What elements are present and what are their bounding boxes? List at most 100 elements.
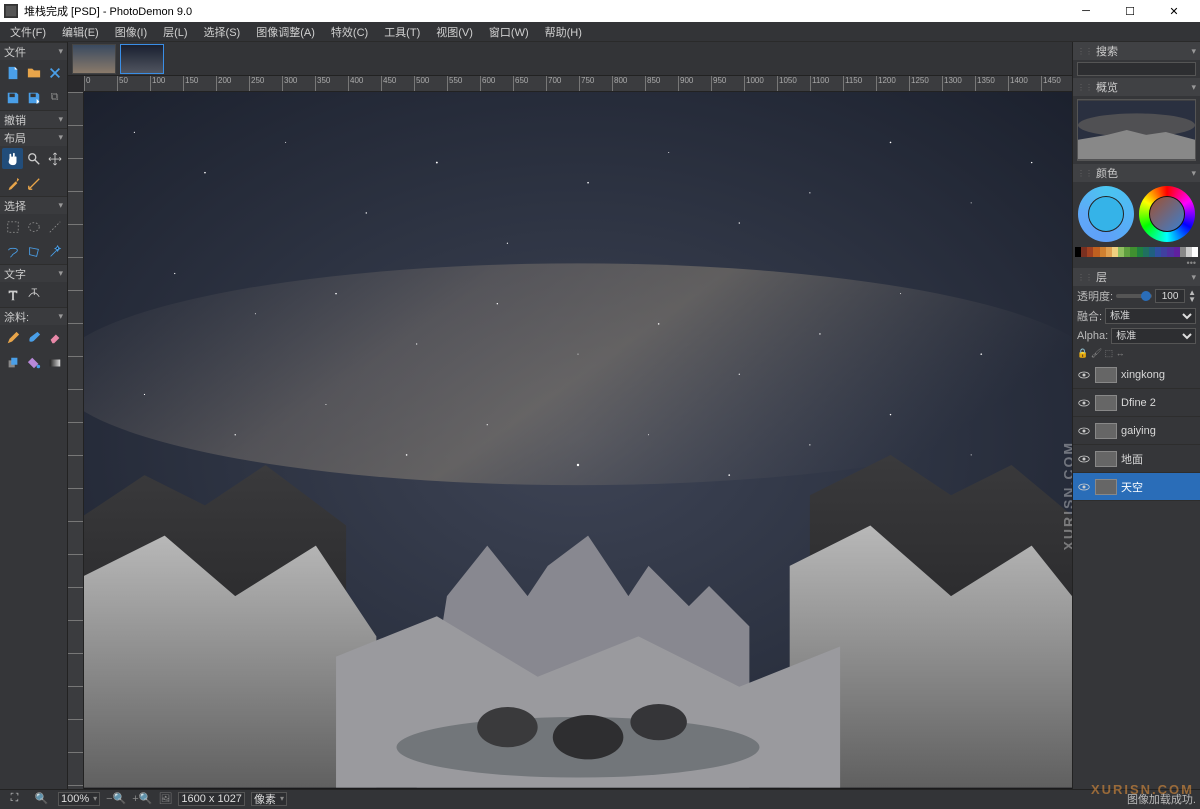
layer-thumb [1095, 367, 1117, 383]
overview-thumbnail[interactable] [1077, 99, 1196, 161]
export-button[interactable]: ⧉ [44, 87, 65, 108]
panel-layers[interactable]: ⋮⋮层▾ [1073, 268, 1200, 286]
move-tool[interactable] [44, 148, 65, 169]
blend-select[interactable]: 标准 [1105, 308, 1196, 324]
layer-item[interactable]: gaiying [1073, 417, 1200, 445]
eraser-tool[interactable] [44, 327, 65, 348]
statusbar: ⛶ 🔍 100%▾ −🔍 +🔍 🖼 1600 x 1027 像素▾ 图像加载成功… [0, 789, 1200, 807]
wand-tool[interactable] [44, 241, 65, 262]
zoom-tool[interactable] [23, 148, 44, 169]
panel-color[interactable]: ⋮⋮颜色▾ [1073, 164, 1200, 182]
color-wheel-2[interactable] [1139, 186, 1195, 242]
menu-window[interactable]: 窗口(W) [481, 22, 537, 42]
units-combo[interactable]: 像素▾ [251, 792, 287, 806]
clone-tool[interactable] [2, 352, 23, 373]
color-wheel-1[interactable] [1078, 186, 1134, 242]
layer-thumb [1095, 423, 1117, 439]
layer-name: 天空 [1121, 479, 1143, 495]
section-layout[interactable]: 布局▾ [0, 128, 67, 146]
layer-locks[interactable]: 🔒 🖌 ⬚ ↔ [1073, 346, 1200, 361]
layer-name: Dfine 2 [1121, 397, 1156, 409]
lasso-tool[interactable] [2, 241, 23, 262]
ellipse-select-tool[interactable] [23, 216, 44, 237]
pencil-tool[interactable] [2, 327, 23, 348]
polygon-tool[interactable] [23, 241, 44, 262]
text-tool[interactable] [2, 284, 23, 305]
section-text[interactable]: 文字▾ [0, 264, 67, 282]
blend-control: 融合: 标准 [1073, 306, 1200, 326]
zoom-out-icon[interactable]: −🔍 [106, 792, 126, 805]
close-button[interactable]: ✕ [1152, 0, 1196, 22]
panel-overview[interactable]: ⋮⋮概览▾ [1073, 78, 1200, 96]
zoom-in-icon[interactable]: +🔍 [132, 792, 152, 805]
section-select[interactable]: 选择▾ [0, 196, 67, 214]
canvas[interactable]: XURISN.COM [84, 92, 1072, 789]
ruler-vertical[interactable] [68, 92, 84, 789]
rect-select-tool[interactable] [2, 216, 23, 237]
measure-tool[interactable] [23, 173, 44, 194]
zoom-icon[interactable]: 🔍 [31, 788, 52, 809]
image-content [84, 92, 1072, 788]
zoom-combo[interactable]: 100%▾ [58, 792, 100, 806]
layer-thumb [1095, 479, 1117, 495]
panel-search[interactable]: ⋮⋮搜索▾ [1073, 42, 1200, 60]
swatch-row[interactable] [1075, 247, 1198, 257]
menu-select[interactable]: 选择(S) [196, 22, 249, 42]
maximize-button[interactable]: ☐ [1108, 0, 1152, 22]
minimize-button[interactable]: ─ [1064, 0, 1108, 22]
section-undo[interactable]: 撤销▾ [0, 110, 67, 128]
opacity-input[interactable] [1155, 289, 1185, 303]
new-file-button[interactable] [2, 62, 23, 83]
eyedropper-tool[interactable] [2, 173, 23, 194]
layer-name: 地面 [1121, 451, 1143, 467]
text-path-tool[interactable]: T [23, 284, 44, 305]
doc-thumb-2[interactable] [120, 44, 164, 74]
color-wheels[interactable] [1073, 182, 1200, 246]
layer-item[interactable]: xingkong [1073, 361, 1200, 389]
section-file[interactable]: 文件▾ [0, 42, 67, 60]
save-button[interactable] [2, 87, 23, 108]
layers-list: xingkong Dfine 2 gaiying 地面天空 [1073, 361, 1200, 789]
visibility-icon[interactable] [1077, 424, 1091, 438]
menu-file[interactable]: 文件(F) [2, 22, 54, 42]
menubar: 文件(F) 编辑(E) 图像(I) 层(L) 选择(S) 图像调整(A) 特效(… [0, 22, 1200, 42]
image-info-icon[interactable]: 🖼 [158, 792, 172, 805]
swatch[interactable] [1192, 247, 1198, 257]
watermark-side: XURISN.COM [1060, 441, 1072, 550]
fill-tool[interactable] [23, 352, 44, 373]
alpha-select[interactable]: 标准 [1111, 328, 1196, 344]
menu-view[interactable]: 视图(V) [428, 22, 481, 42]
menu-effects[interactable]: 特效(C) [323, 22, 376, 42]
section-paint[interactable]: 涂料:▾ [0, 307, 67, 325]
close-file-button[interactable] [44, 62, 65, 83]
hand-tool[interactable] [2, 148, 23, 169]
opacity-slider[interactable] [1116, 294, 1152, 298]
menu-tools[interactable]: 工具(T) [376, 22, 428, 42]
layer-thumb [1095, 395, 1117, 411]
ruler-horizontal[interactable]: 0501001502002503003504004505005506006507… [84, 76, 1072, 92]
visibility-icon[interactable] [1077, 368, 1091, 382]
layer-item[interactable]: 天空 [1073, 473, 1200, 501]
layer-item[interactable]: 地面 [1073, 445, 1200, 473]
fit-screen-icon[interactable]: ⛶ [4, 788, 25, 809]
open-file-button[interactable] [23, 62, 44, 83]
menu-adjust[interactable]: 图像调整(A) [248, 22, 323, 42]
doc-thumb-1[interactable] [72, 44, 116, 74]
swatch-more[interactable]: ••• [1073, 258, 1200, 268]
watermark-bottom: XURISN.COM [1091, 782, 1194, 797]
menu-help[interactable]: 帮助(H) [537, 22, 590, 42]
layer-item[interactable]: Dfine 2 [1073, 389, 1200, 417]
menu-image[interactable]: 图像(I) [107, 22, 155, 42]
visibility-icon[interactable] [1077, 396, 1091, 410]
opacity-stepper[interactable]: ▲▼ [1188, 289, 1196, 303]
search-input[interactable] [1077, 62, 1196, 76]
save-as-button[interactable] [23, 87, 44, 108]
line-select-tool[interactable] [44, 216, 65, 237]
brush-tool[interactable] [23, 327, 44, 348]
menu-edit[interactable]: 编辑(E) [54, 22, 107, 42]
layer-name: xingkong [1121, 369, 1165, 381]
visibility-icon[interactable] [1077, 452, 1091, 466]
visibility-icon[interactable] [1077, 480, 1091, 494]
menu-layer[interactable]: 层(L) [155, 22, 195, 42]
gradient-tool[interactable] [44, 352, 65, 373]
